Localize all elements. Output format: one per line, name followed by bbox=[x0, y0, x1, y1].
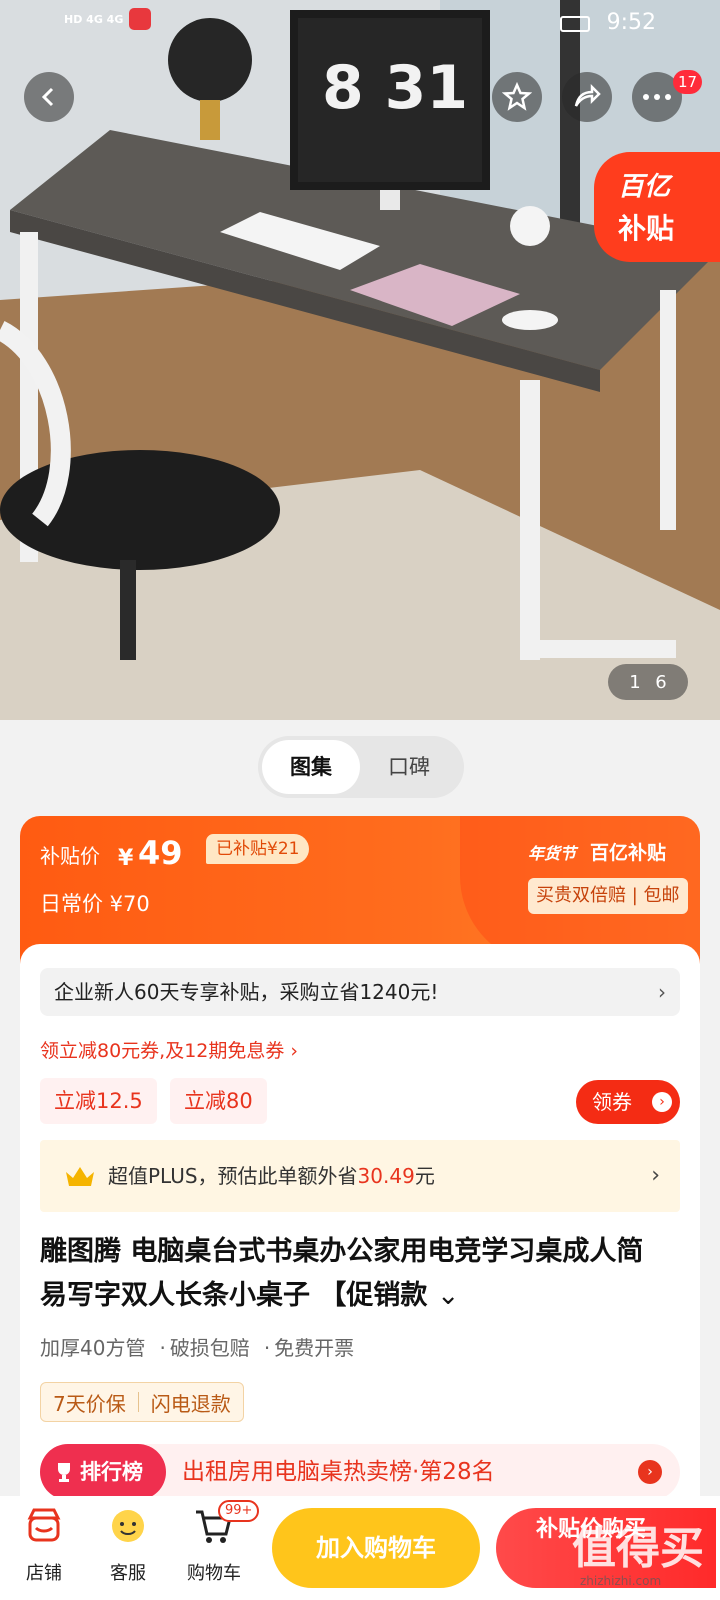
feature-item-wrap: · 免费开票 bbox=[264, 1332, 354, 1361]
watermark: 值得买 bbox=[572, 1523, 704, 1574]
product-gallery[interactable]: 8 31 HD 4G 4G 9:52 17 百亿 补贴 1 6 bbox=[0, 0, 720, 720]
feature-list: 加厚40方管 · 破损包赔 · 免费开票 bbox=[40, 1332, 354, 1361]
daily-price: 日常价 ¥70 bbox=[40, 892, 150, 916]
media-tab-switch: 图集 口碑 bbox=[258, 736, 464, 798]
back-button[interactable] bbox=[24, 72, 74, 122]
pager-current: 1 bbox=[629, 671, 641, 693]
ranking-text: 出租房用电脑桌热卖榜·第28名 bbox=[182, 1459, 495, 1485]
festival-logo: 年货节 bbox=[528, 844, 577, 863]
feature-item: 免费开票 bbox=[274, 1336, 355, 1360]
feature-item: 加厚40方管 bbox=[40, 1336, 146, 1360]
feature-item-wrap: · 破损包赔 bbox=[159, 1332, 249, 1361]
expand-icon[interactable]: ⌄ bbox=[437, 1280, 460, 1311]
enterprise-notice-text: 企业新人60天专享补贴，采购立省1240元! bbox=[54, 980, 439, 1004]
cart-button[interactable]: 购物车 99+ bbox=[176, 1500, 260, 1585]
ranking-badge-label: 排行榜 bbox=[80, 1460, 143, 1484]
plus-amount: 30.49 bbox=[357, 1164, 415, 1188]
customer-service-button[interactable]: 客服 bbox=[90, 1504, 166, 1585]
tab-gallery[interactable]: 图集 bbox=[262, 740, 360, 794]
plus-membership-bar[interactable]: 超值PLUS，预估此单额外省30.49元 › bbox=[40, 1140, 680, 1212]
product-info-card: 企业新人60天专享补贴，采购立省1240元! › 领立减80元券,及12期免息券… bbox=[20, 944, 700, 1514]
customer-service-label: 客服 bbox=[110, 1563, 146, 1584]
star-icon bbox=[502, 82, 532, 111]
chevron-right-icon: › bbox=[652, 1092, 672, 1112]
service-tag: 7天价保 bbox=[53, 1391, 126, 1416]
subsidy-ribbon-line2: 补贴 bbox=[618, 212, 675, 245]
currency-symbol: ¥ bbox=[118, 846, 134, 871]
cart-count-badge: 99+ bbox=[218, 1500, 260, 1522]
battery-icon bbox=[560, 16, 590, 32]
store-icon bbox=[27, 1508, 61, 1542]
clock: 9:52 bbox=[606, 10, 656, 35]
claim-coupon-label: 领券 bbox=[592, 1090, 632, 1114]
claim-coupon-button[interactable]: 领券 › bbox=[576, 1080, 680, 1124]
svg-text:8 31: 8 31 bbox=[322, 53, 468, 123]
plus-text: 超值PLUS，预估此单额外省 bbox=[108, 1164, 358, 1188]
app-notification-icon bbox=[129, 8, 152, 30]
service-tags[interactable]: 7天价保 闪电退款 bbox=[40, 1382, 244, 1422]
tab-reviews[interactable]: 口碑 bbox=[360, 740, 458, 794]
chevron-right-icon: › bbox=[658, 980, 666, 1004]
feature-item: 破损包赔 bbox=[169, 1336, 250, 1360]
cart-label: 购物车 bbox=[187, 1563, 241, 1584]
store-button[interactable]: 店铺 bbox=[6, 1504, 82, 1585]
bullet-dot: · bbox=[263, 1336, 271, 1360]
subsidy-price-label: 补贴价 bbox=[40, 844, 100, 868]
product-photo: 8 31 bbox=[0, 0, 720, 720]
subsidy-ribbon-line1: 百亿 bbox=[618, 172, 671, 202]
ranking-badge: 排行榜 bbox=[40, 1444, 166, 1500]
signal-indicators: HD 4G 4G bbox=[64, 8, 152, 30]
subsidized-amount-badge: 已补贴¥21 bbox=[206, 834, 310, 864]
store-label: 店铺 bbox=[26, 1563, 62, 1584]
gallery-pager: 1 6 bbox=[608, 664, 688, 700]
share-button[interactable] bbox=[562, 72, 612, 122]
status-bar: HD 4G 4G 9:52 bbox=[0, 0, 720, 50]
discount-chip[interactable]: 立减80 bbox=[170, 1078, 267, 1124]
bullet-dot: · bbox=[159, 1336, 166, 1360]
chevron-left-icon bbox=[41, 87, 54, 107]
customer-service-icon bbox=[112, 1510, 144, 1542]
service-tag: 闪电退款 bbox=[150, 1391, 231, 1416]
message-count-badge: 17 bbox=[673, 70, 703, 94]
chevron-right-icon: › bbox=[651, 1163, 660, 1188]
share-icon bbox=[574, 83, 601, 107]
coupon-link[interactable]: 领立减80元券,及12期免息券 › bbox=[40, 1036, 298, 1063]
watermark-url: zhizhizhi.com bbox=[580, 1574, 662, 1588]
price-guarantee-badge[interactable]: 买贵双倍赔 | 包邮 bbox=[528, 878, 688, 914]
network-text: HD 4G 4G bbox=[64, 12, 124, 26]
trophy-icon bbox=[58, 1463, 70, 1482]
subsidy-program-link[interactable]: 百亿补贴 bbox=[590, 838, 666, 865]
more-dots-icon bbox=[643, 94, 671, 100]
enterprise-notice[interactable]: 企业新人60天专享补贴，采购立省1240元! › bbox=[40, 968, 680, 1016]
subsidy-price: 49 bbox=[138, 834, 183, 872]
plus-unit: 元 bbox=[414, 1164, 435, 1188]
pager-total: 6 bbox=[655, 671, 667, 693]
chevron-right-icon: › bbox=[638, 1460, 662, 1484]
discount-chip[interactable]: 立减12.5 bbox=[40, 1078, 157, 1124]
ranking-bar[interactable]: 排行榜 出租房用电脑桌热卖榜·第28名 › bbox=[40, 1444, 680, 1500]
subsidy-ribbon: 百亿 补贴 bbox=[594, 152, 720, 262]
favorite-button[interactable] bbox=[492, 72, 542, 122]
crown-icon bbox=[66, 1167, 94, 1186]
product-title[interactable]: 雕图腾 电脑桌台式书桌办公家用电竞学习桌成人简易写字双人长条小桌子 【促销款 ⌄ bbox=[40, 1230, 670, 1318]
product-title-text: 雕图腾 电脑桌台式书桌办公家用电竞学习桌成人简易写字双人长条小桌子 【促销款 bbox=[40, 1236, 644, 1311]
add-to-cart-button[interactable]: 加入购物车 bbox=[272, 1508, 480, 1588]
product-page: 8 31 HD 4G 4G 9:52 17 百亿 补贴 1 6 图集 口碑 补贴… bbox=[0, 0, 720, 1600]
